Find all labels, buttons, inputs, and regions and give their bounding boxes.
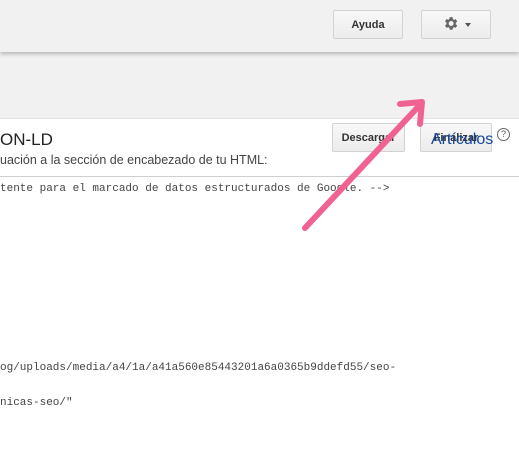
articles-link[interactable]: Artículos — [431, 131, 493, 149]
top-bar: Ayuda — [0, 0, 519, 52]
code-output[interactable]: tente para el marcado de datos estructur… — [0, 176, 519, 465]
section-instructions: uación a la sección de encabezado de tu … — [0, 153, 268, 167]
section-title: ON-LD — [0, 130, 53, 149]
code-line: og/uploads/media/a4/1a/a41a560e85443201a… — [0, 362, 397, 374]
help-button[interactable]: Ayuda — [333, 10, 403, 39]
gear-icon — [442, 15, 459, 35]
action-toolbar: Descargar Finalizar — [0, 52, 519, 152]
download-button[interactable]: Descargar — [332, 123, 405, 152]
help-icon[interactable]: ? — [497, 128, 510, 141]
settings-button[interactable] — [421, 10, 491, 39]
code-line: nicas-seo/" — [0, 397, 73, 409]
chevron-down-icon — [464, 23, 471, 27]
code-line: tente para el marcado de datos estructur… — [0, 183, 390, 195]
